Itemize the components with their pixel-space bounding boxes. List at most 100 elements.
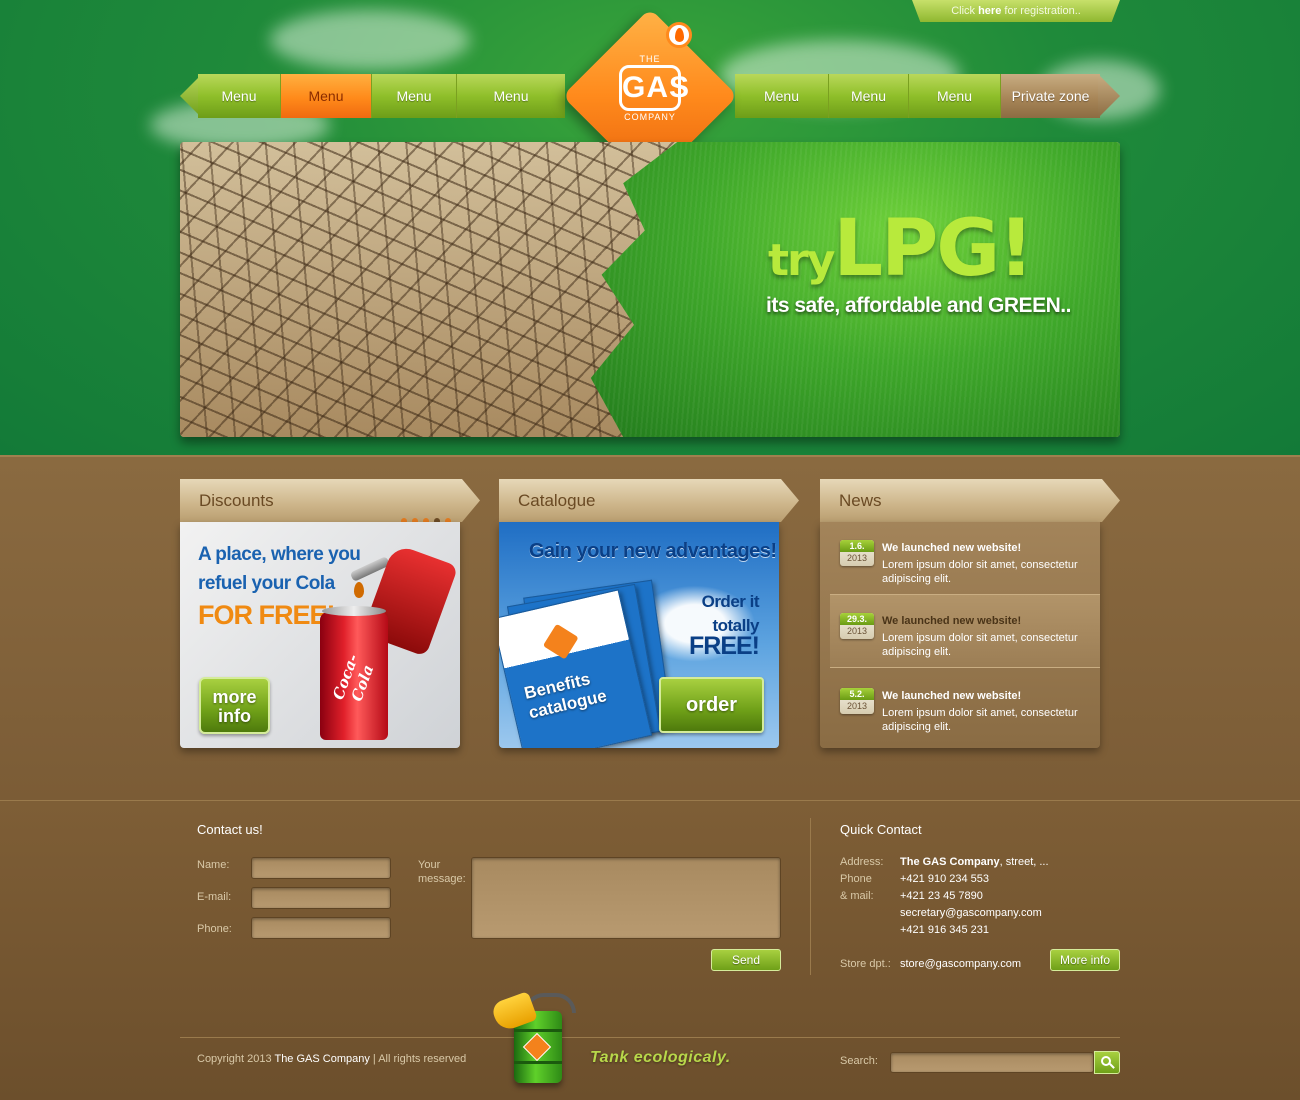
copyright-company: The GAS Company <box>274 1053 370 1065</box>
barrel-logo-icon <box>522 1032 552 1062</box>
order-button[interactable]: order <box>659 677 764 733</box>
banner-tagline: its safe, affordable and GREEN.. <box>766 294 1071 317</box>
send-button[interactable]: Send <box>711 949 781 971</box>
catalogue-free: FREE! <box>689 632 760 660</box>
secretary-email-link[interactable]: secretary@gascompany.com <box>900 907 1042 919</box>
more-info-button[interactable]: more info <box>199 677 270 734</box>
search-label: Search: <box>840 1055 878 1067</box>
news-item[interactable]: 5.2. 2013 We launched new website! Lorem… <box>820 670 1100 744</box>
nav-menu-7[interactable]: Menu <box>909 74 1001 118</box>
catalogue-order-text: Order it totally <box>701 590 760 638</box>
news-day: 5.2. <box>840 688 874 700</box>
discounts-line-2: refuel your Cola <box>198 573 335 594</box>
booklet-logo-icon <box>542 623 579 660</box>
nav-left: Menu Menu Menu Menu <box>180 74 565 118</box>
discounts-header: Discounts <box>180 479 480 522</box>
more-info-small-button[interactable]: More info <box>1050 949 1120 971</box>
registration-suffix: for registration.. <box>1001 5 1081 17</box>
contact-heading: Contact us! <box>197 822 263 837</box>
logo-the: THE <box>639 54 661 64</box>
cloud-decoration <box>270 10 470 70</box>
copyright: Copyright 2013 The GAS Company | All rig… <box>197 1053 466 1065</box>
news-year: 2013 <box>846 701 868 711</box>
discounts-line-1: A place, where you <box>198 544 361 565</box>
email-label: E-mail: <box>197 891 232 903</box>
registration-link[interactable]: Click here for registration.. <box>912 0 1120 22</box>
nav-menu-5[interactable]: Menu <box>735 74 829 118</box>
news-date-badge: 5.2. 2013 <box>840 688 874 714</box>
footer: Contact us! Name: E-mail: Phone: Your me… <box>0 800 1300 1100</box>
search-input[interactable] <box>890 1052 1094 1073</box>
copyright-prefix: Copyright 2013 <box>197 1053 275 1065</box>
can-brand: Coca-Cola <box>329 651 378 704</box>
message-label-2: message: <box>418 873 466 885</box>
cola-can-image: Coca-Cola <box>320 606 388 740</box>
banner-try: try <box>768 235 835 286</box>
discounts-content: A place, where you refuel your Cola FOR … <box>180 522 460 748</box>
discounts-free: FOR FREE! <box>198 600 335 630</box>
more-info-line-2: info <box>218 706 251 726</box>
news-date-badge: 1.6. 2013 <box>840 540 874 566</box>
phone-field[interactable] <box>251 917 391 939</box>
name-field[interactable] <box>251 857 391 879</box>
mail-label: & mail: <box>840 890 874 902</box>
banner-lpg: LPG! <box>833 204 1033 294</box>
logo-company: COMPANY <box>624 112 676 122</box>
news-item[interactable]: 1.6. 2013 We launched new website! Lorem… <box>820 522 1100 596</box>
news-day: 29.3. <box>840 613 874 625</box>
store-email-link[interactable]: store@gascompany.com <box>900 958 1021 970</box>
logo-gas: GAS <box>619 65 689 111</box>
news-content: 1.6. 2013 We launched new website! Lorem… <box>820 522 1100 748</box>
catalogue-content: Gain your new advantages! Order it total… <box>499 522 779 748</box>
address-value: The GAS Company, street, ... <box>900 856 1049 868</box>
news-item-title[interactable]: We launched new website! <box>882 690 1021 702</box>
store-label: Store dpt.: <box>840 958 891 970</box>
nav-menu-4[interactable]: Menu <box>457 74 565 118</box>
news-date-badge: 29.3. 2013 <box>840 613 874 639</box>
address-label: Address: <box>840 856 884 868</box>
registration-here-link[interactable]: here <box>978 5 1001 17</box>
news-item-text: Lorem ipsum dolor sit amet, consectetur … <box>882 559 1078 585</box>
catalogue-order-line-1: Order it <box>701 592 760 611</box>
news-item-title[interactable]: We launched new website! <box>882 615 1021 627</box>
phone-3: +421 916 345 231 <box>900 924 990 936</box>
nav-menu-3[interactable]: Menu <box>372 74 457 118</box>
registration-prefix: Click <box>951 5 979 17</box>
news-header: News <box>820 479 1120 522</box>
news-year: 2013 <box>846 553 868 563</box>
news-item-text: Lorem ipsum dolor sit amet, consectetur … <box>882 707 1078 733</box>
discounts-text: A place, where you refuel your Cola <box>198 540 361 598</box>
nav-menu-6[interactable]: Menu <box>829 74 909 118</box>
footer-divider-horizontal <box>180 1037 1120 1038</box>
news-item-text: Lorem ipsum dolor sit amet, consectetur … <box>882 632 1078 658</box>
address-rest: , street, ... <box>999 856 1049 868</box>
footer-divider-vertical <box>810 818 811 975</box>
quick-contact-heading: Quick Contact <box>840 822 922 837</box>
catalogue-headline: Gain your new advantages! <box>529 540 777 562</box>
more-info-line-1: more <box>212 687 257 707</box>
news-item-title[interactable]: We launched new website! <box>882 542 1021 554</box>
phone-label-qc: Phone <box>840 873 872 885</box>
nav-menu-2-active[interactable]: Menu <box>281 74 372 118</box>
booklet-text: Benefits catalogue <box>522 660 638 724</box>
search-button[interactable] <box>1094 1051 1120 1074</box>
nav-right-arrow <box>1098 74 1120 118</box>
news-day: 1.6. <box>840 540 874 552</box>
news-year: 2013 <box>846 626 868 636</box>
footer-slogan: Tank ecologicaly. <box>590 1049 731 1066</box>
nav-private-zone[interactable]: Private zone <box>1001 74 1100 118</box>
news-item-highlighted[interactable]: 29.3. 2013 We launched new website! Lore… <box>830 594 1100 668</box>
header: Click here for registration.. Menu Menu … <box>0 0 1300 455</box>
message-label-1: Your <box>418 859 441 871</box>
flame-icon <box>666 22 692 48</box>
email-field[interactable] <box>251 887 391 909</box>
phone-label: Phone: <box>197 923 232 935</box>
catalogue-title: Catalogue <box>518 491 596 510</box>
nav-menu-1[interactable]: Menu <box>198 74 281 118</box>
feature-boxes: Discounts A place, where you refuel your… <box>0 455 1300 800</box>
nav-right: Menu Menu Menu Private zone <box>735 74 1120 118</box>
name-label: Name: <box>197 859 230 871</box>
logo-text: THE GAS COMPANY <box>612 54 689 140</box>
message-textarea[interactable] <box>471 857 781 939</box>
phone-2: +421 23 45 7890 <box>900 890 983 902</box>
